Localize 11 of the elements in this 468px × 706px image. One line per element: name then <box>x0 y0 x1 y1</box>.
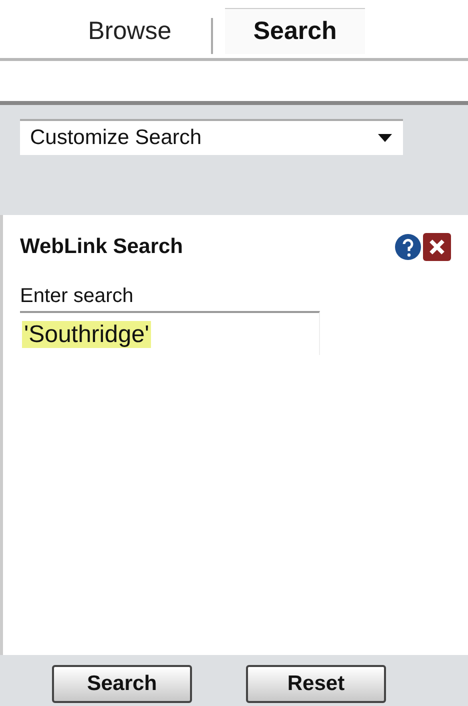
customize-search-dropdown[interactable]: Customize Search <box>20 119 403 155</box>
search-field[interactable]: 'Southridge' <box>20 310 320 354</box>
help-icon[interactable] <box>395 234 421 260</box>
action-button[interactable]: Reset <box>246 664 386 702</box>
action-button[interactable]: Search <box>52 664 192 702</box>
tab[interactable]: Search <box>225 8 365 54</box>
panel-title: WebLink Search <box>20 234 183 260</box>
field-label: Enter search <box>20 284 134 308</box>
caret-icon <box>377 133 393 143</box>
tab[interactable]: Browse <box>60 8 200 54</box>
close-icon[interactable] <box>423 232 451 261</box>
